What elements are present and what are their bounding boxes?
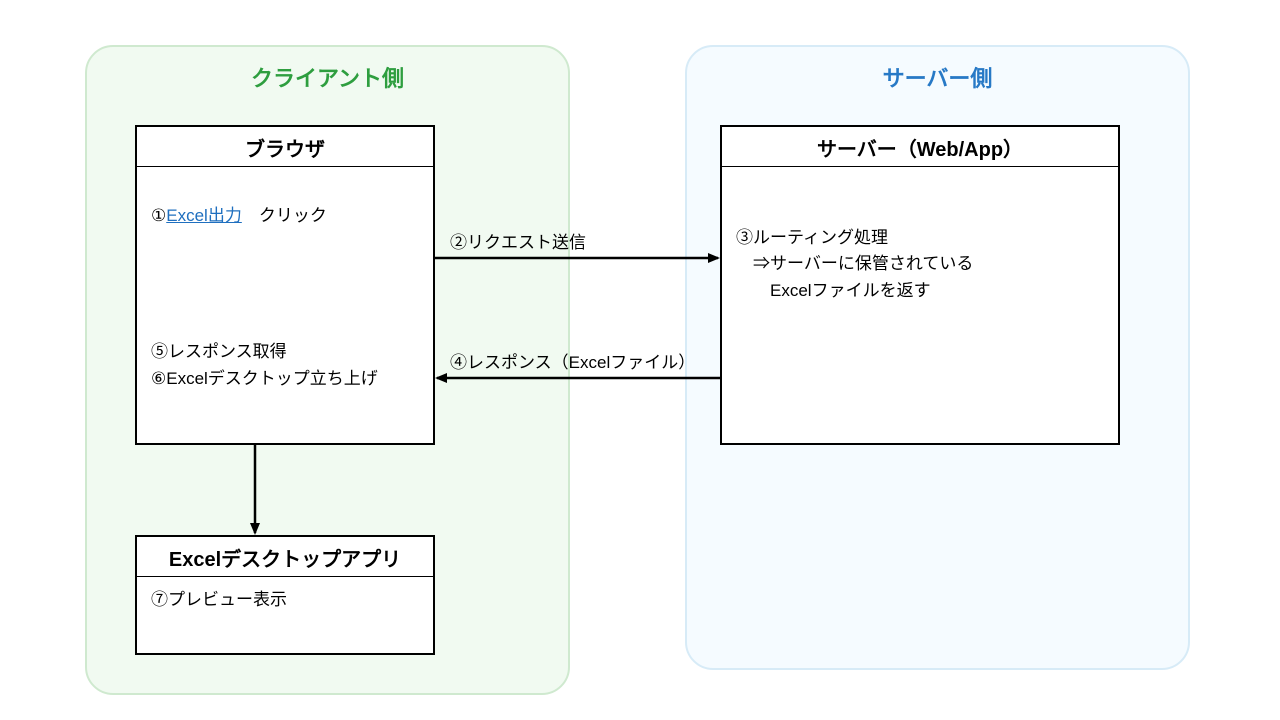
server-body: ③ルーティング処理 ⇒サーバーに保管されている Excelファイルを返す (722, 167, 1118, 314)
server-zone-label: サーバー側 (687, 61, 1188, 93)
server-title: サーバー（Web/App） (722, 127, 1118, 167)
browser-box: ブラウザ ①Excel出力 クリック ⑤レスポンス取得 ⑥Excelデスクトップ… (135, 125, 435, 445)
step3b-text: ⇒サーバーに保管されている (736, 251, 1104, 277)
step3c-text: Excelファイルを返す (736, 278, 1104, 304)
server-box: サーバー（Web/App） ③ルーティング処理 ⇒サーバーに保管されている Ex… (720, 125, 1120, 445)
excel-app-box: Excelデスクトップアプリ ⑦プレビュー表示 (135, 535, 435, 655)
browser-title: ブラウザ (137, 127, 433, 167)
step1-suffix: クリック (242, 206, 327, 225)
step6-text: ⑥Excelデスクトップ立ち上げ (151, 366, 419, 392)
excel-output-link[interactable]: Excel出力 (166, 206, 242, 225)
step1-prefix: ① (151, 206, 166, 225)
step3a-text: ③ルーティング処理 (736, 225, 1104, 251)
client-zone-label: クライアント側 (87, 61, 568, 93)
excel-app-body: ⑦プレビュー表示 (137, 577, 433, 623)
response-label: ④レスポンス（Excelファイル） (450, 348, 695, 373)
step7-text: ⑦プレビュー表示 (151, 587, 419, 613)
request-label: ②リクエスト送信 (450, 228, 586, 253)
browser-body: ①Excel出力 クリック ⑤レスポンス取得 ⑥Excelデスクトップ立ち上げ (137, 167, 433, 402)
step5-text: ⑤レスポンス取得 (151, 339, 419, 365)
excel-app-title: Excelデスクトップアプリ (137, 537, 433, 577)
